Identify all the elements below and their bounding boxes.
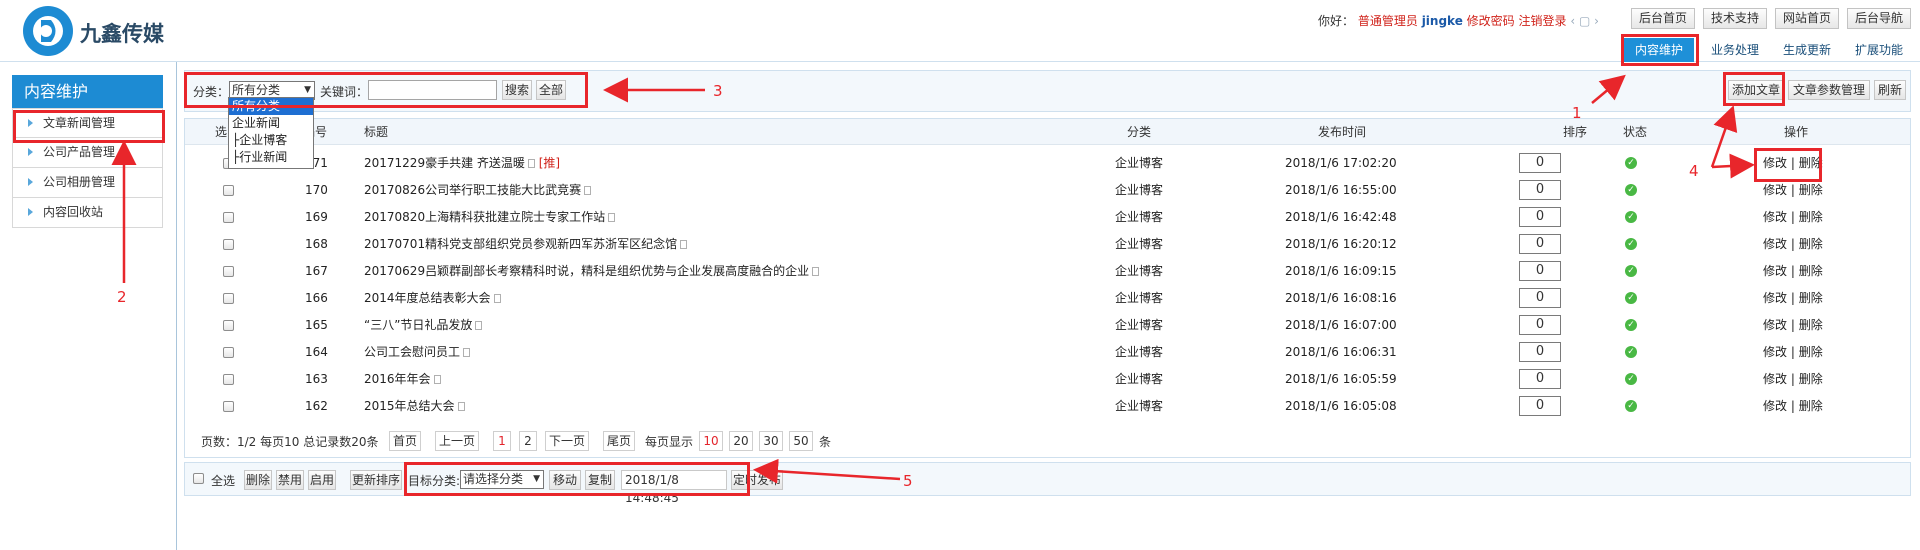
annotation-4: 4 xyxy=(1689,162,1699,180)
arrow-1 xyxy=(1591,74,1626,104)
annotation-1: 1 xyxy=(1572,104,1582,122)
annotation-3: 3 xyxy=(713,82,723,100)
annotation-2: 2 xyxy=(117,288,127,306)
annotation-arrows xyxy=(111,74,1755,484)
arrow-5 xyxy=(753,458,901,484)
arrow-4a xyxy=(1710,105,1738,168)
annotation-5: 5 xyxy=(903,472,913,490)
arrow-4b xyxy=(1711,153,1755,179)
